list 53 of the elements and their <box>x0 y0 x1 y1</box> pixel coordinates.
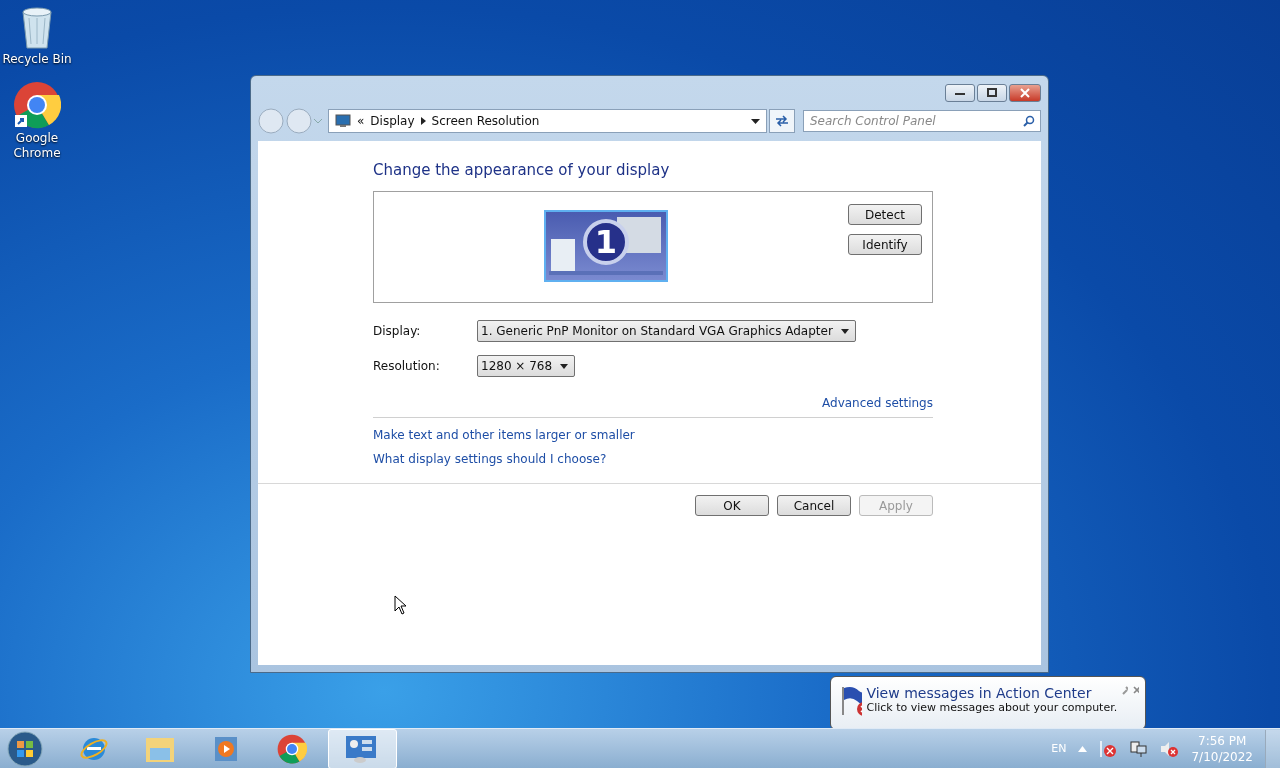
display-action-button[interactable]: Detect <box>848 204 922 225</box>
minimize-button[interactable] <box>945 84 975 102</box>
display-dropdown[interactable]: 1. Generic PnP Monitor on Standard VGA Graphics Adapter <box>477 320 856 342</box>
monitor-icon <box>335 114 351 128</box>
flag-icon <box>839 685 863 717</box>
address-bar[interactable]: « Display Screen Resolution <box>328 109 767 133</box>
chrome-icon <box>277 733 307 764</box>
help-link[interactable]: What display settings should I choose? <box>373 452 607 466</box>
close-icon[interactable] <box>1132 685 1139 695</box>
monitor-number: 1 <box>583 219 629 265</box>
taskbar-app[interactable] <box>328 728 397 768</box>
search-field[interactable]: Search Control Panel <box>803 110 1041 132</box>
recycle-bin-icon[interactable] <box>19 6 55 50</box>
notification-message: Click to view messages about your computer. <box>866 701 1118 714</box>
page-heading: Change the appearance of your display <box>373 161 671 179</box>
close-icon <box>1019 88 1031 98</box>
dialog-button[interactable]: OK <box>695 495 769 516</box>
minimize-icon <box>954 90 966 96</box>
maximize-icon <box>986 88 998 98</box>
close-button[interactable] <box>1009 84 1041 102</box>
dialog-button[interactable]: Cancel <box>777 495 851 516</box>
field-label: Display: <box>373 324 422 338</box>
media-player-icon <box>213 734 239 763</box>
breadcrumb-item[interactable]: Screen Resolution <box>431 114 540 128</box>
mouse-cursor-icon <box>394 595 407 615</box>
pin-icon[interactable] <box>1121 685 1129 695</box>
maximize-button[interactable] <box>977 84 1007 102</box>
notification-title: View messages in Action Center <box>866 685 1093 701</box>
action-center-flag-icon[interactable] <box>1099 739 1118 758</box>
start-button[interactable] <box>6 729 44 768</box>
arrow-right-icon[interactable] <box>420 117 426 125</box>
caret-icon <box>840 328 849 334</box>
desktop-icon-label[interactable]: Google Chrome <box>2 131 72 161</box>
help-link[interactable]: Make text and other items larger or smaller <box>373 428 635 442</box>
network-icon[interactable] <box>1129 739 1148 758</box>
refresh-button[interactable] <box>769 109 795 133</box>
desktop-icon-label[interactable]: Recycle Bin <box>2 52 72 67</box>
control-panel-icon <box>344 733 378 764</box>
clock-time: 7:56 PM <box>1198 732 1247 749</box>
notification-balloon[interactable]: View messages in Action Center Click to view messages about your computer. <box>830 676 1146 730</box>
refresh-arrows-icon <box>774 115 790 127</box>
advanced-settings-link[interactable]: Advanced settings <box>822 396 933 410</box>
clock-date: 7/10/2022 <box>1191 748 1253 765</box>
chrome-icon[interactable] <box>13 81 61 129</box>
monitor-thumbnail[interactable]: 1 <box>544 210 668 282</box>
resolution-dropdown[interactable]: 1280 × 768 <box>477 355 576 377</box>
field-label: Resolution: <box>373 359 441 373</box>
breadcrumb-item[interactable]: Display <box>370 114 415 128</box>
search-icon[interactable] <box>1023 115 1035 127</box>
caret-icon <box>560 363 569 369</box>
dropdown-arrow-icon[interactable] <box>751 118 760 124</box>
display-action-button[interactable]: Identify <box>848 234 922 255</box>
breadcrumb-chevron[interactable]: « <box>357 114 365 128</box>
